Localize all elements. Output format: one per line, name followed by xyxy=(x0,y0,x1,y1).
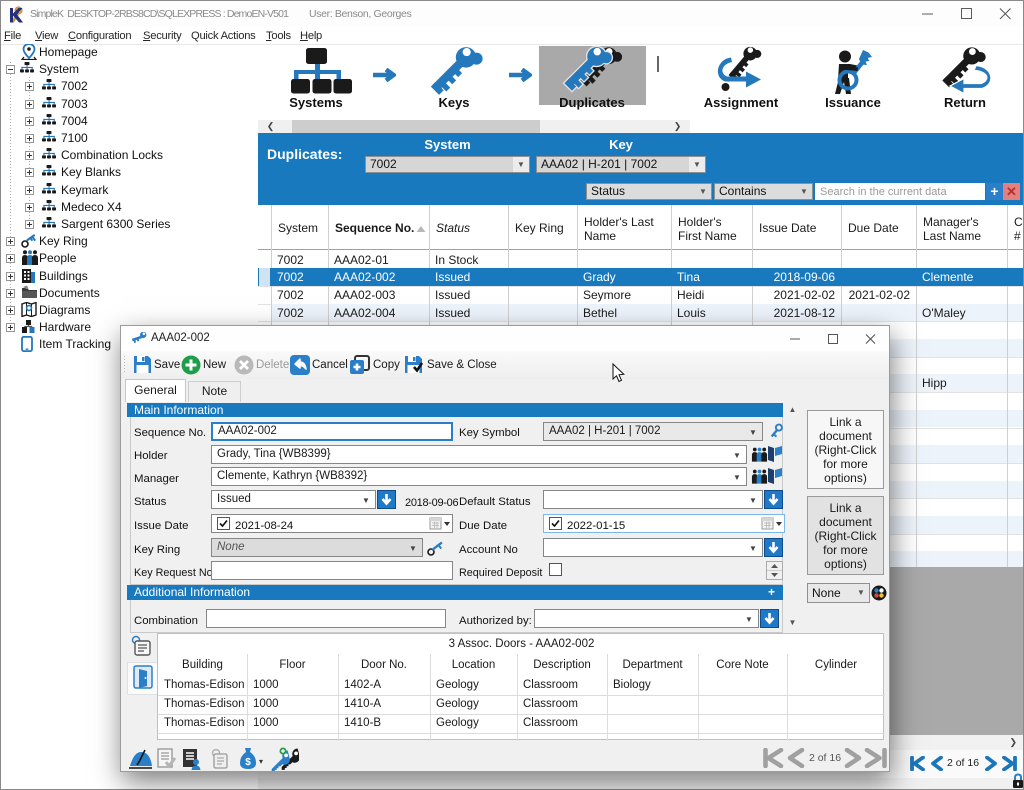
svg-text:$: $ xyxy=(245,757,251,768)
